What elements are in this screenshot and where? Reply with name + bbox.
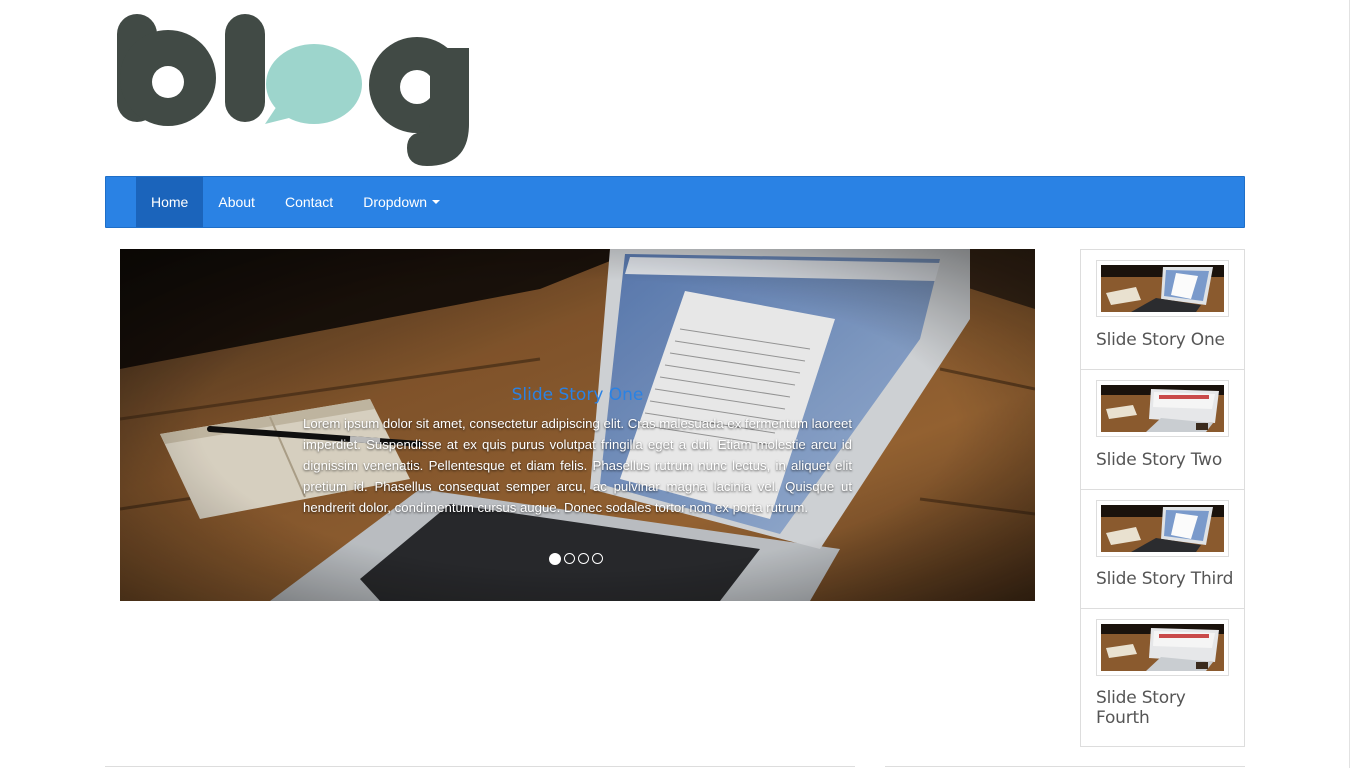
nav-list: Home About Contact Dropdown [106, 177, 1244, 227]
slide-story-item[interactable]: Slide Story Fourth [1081, 609, 1244, 746]
carousel-caption: Slide Story One Lorem ipsum dolor sit am… [303, 385, 852, 518]
slide-story-label: Slide Story Third [1096, 569, 1234, 589]
carousel-indicator-2[interactable] [564, 553, 575, 564]
slide-story-item[interactable]: Slide Story Third [1081, 490, 1244, 609]
slide-story-item[interactable]: Slide Story One [1081, 250, 1244, 370]
slide-thumbnail[interactable] [1096, 260, 1229, 317]
nav-item-label: Home [151, 194, 189, 210]
caret-down-icon [432, 200, 441, 204]
carousel-indicator-3[interactable] [578, 553, 589, 564]
caption-text: Lorem ipsum dolor sit amet, consectetur … [303, 416, 852, 515]
carousel-indicator-4[interactable] [592, 553, 603, 564]
slide-story-label: Slide Story Fourth [1096, 688, 1186, 728]
nav-item-dropdown[interactable]: Dropdown [348, 177, 455, 227]
main-navbar: Home About Contact Dropdown [105, 176, 1245, 228]
slide-thumbnail[interactable] [1096, 619, 1229, 676]
section-divider [885, 766, 1245, 767]
slide-story-label: Slide Story Two [1096, 450, 1223, 470]
slide-story-item[interactable]: Slide Story Two [1081, 370, 1244, 490]
slide-story-label: Slide Story One [1096, 330, 1225, 350]
nav-item-home[interactable]: Home [136, 177, 204, 227]
slide-story-list: Slide Story One Slide Story Two Slide St… [1080, 249, 1245, 747]
hero-carousel[interactable]: Slide Story One Lorem ipsum dolor sit am… [120, 249, 1035, 601]
section-divider [105, 766, 855, 767]
slide-thumbnail[interactable] [1096, 500, 1229, 557]
slide-thumbnail[interactable] [1096, 380, 1229, 437]
nav-item-about[interactable]: About [203, 177, 270, 227]
site-logo[interactable]: blog [105, 8, 485, 170]
nav-item-contact[interactable]: Contact [270, 177, 348, 227]
carousel-indicators [549, 553, 603, 565]
carousel-indicator-1[interactable] [549, 553, 561, 565]
nav-item-label: Contact [284, 194, 334, 210]
caption-title: Slide Story One [511, 385, 644, 405]
nav-item-label: About [218, 194, 255, 210]
nav-item-label: Dropdown [363, 194, 428, 210]
